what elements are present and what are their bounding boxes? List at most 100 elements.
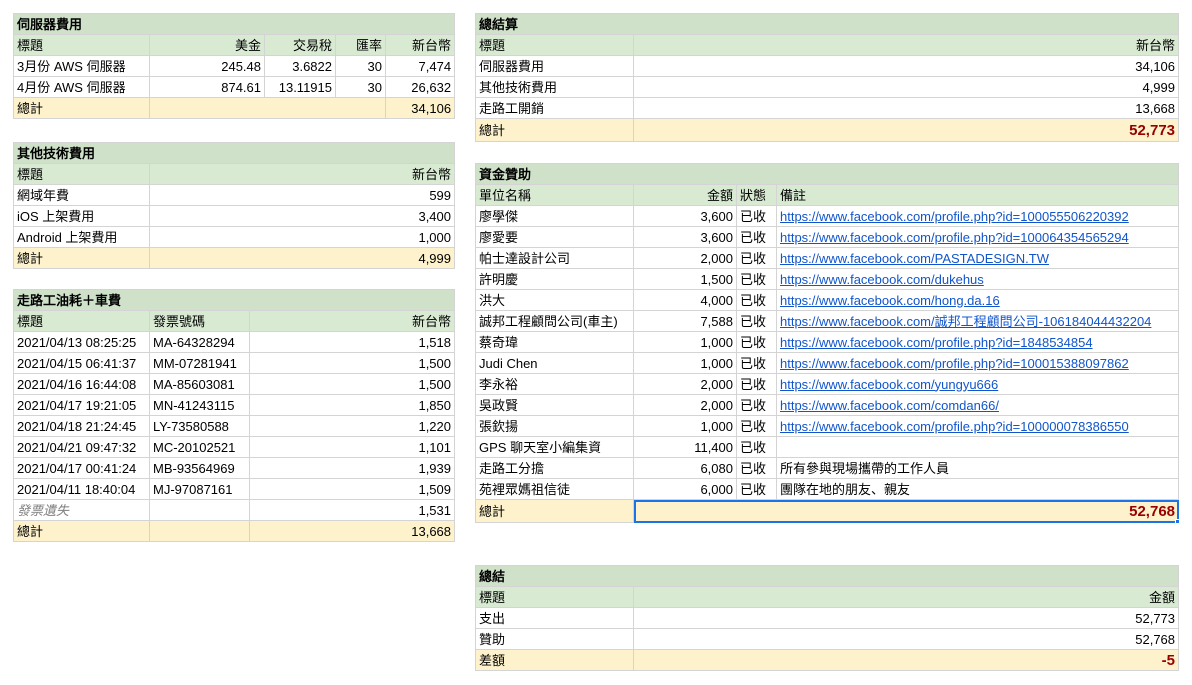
note-cell[interactable]: https://www.facebook.com/yungyu666 bbox=[775, 373, 1180, 395]
cell[interactable]: 245.48 bbox=[149, 55, 265, 77]
cell[interactable]: 52,773 bbox=[632, 607, 1180, 629]
sponsor-name-cell[interactable]: 誠邦工程顧問公司(車主) bbox=[475, 310, 634, 332]
cell[interactable]: 1,509 bbox=[248, 478, 456, 500]
amount-cell[interactable]: 6,000 bbox=[633, 478, 737, 500]
profile-link[interactable]: https://www.facebook.com/profile.php?id=… bbox=[780, 356, 1129, 371]
total-label[interactable]: 總計 bbox=[13, 247, 150, 269]
header-cell[interactable]: 標題 bbox=[13, 163, 150, 185]
amount-cell[interactable]: 1,000 bbox=[633, 352, 737, 374]
cell[interactable]: LY-73580588 bbox=[149, 415, 250, 437]
header-cell[interactable]: 單位名稱 bbox=[475, 184, 634, 206]
profile-link[interactable]: https://www.facebook.com/dukehus bbox=[780, 272, 984, 287]
funding-title[interactable]: 資金贊助 bbox=[474, 163, 1180, 185]
header-cell[interactable]: 狀態 bbox=[736, 184, 777, 206]
cell[interactable]: 伺服器費用 bbox=[475, 55, 634, 77]
note-cell[interactable]: https://www.facebook.com/profile.php?id=… bbox=[775, 226, 1180, 248]
header-cell[interactable]: 標題 bbox=[13, 34, 150, 56]
total-value[interactable]: 4,999 bbox=[148, 247, 456, 269]
cell[interactable]: 4,999 bbox=[632, 76, 1180, 98]
note-cell[interactable]: https://www.facebook.com/profile.php?id=… bbox=[775, 205, 1180, 227]
total-value[interactable]: 52,768 bbox=[632, 499, 1180, 523]
cell[interactable]: MA-85603081 bbox=[149, 373, 250, 395]
cell[interactable]: 2021/04/17 19:21:05 bbox=[13, 394, 150, 416]
cell[interactable]: MB-93564969 bbox=[149, 457, 250, 479]
cell[interactable]: 2021/04/13 08:25:25 bbox=[13, 331, 150, 353]
cell[interactable]: 26,632 bbox=[384, 76, 456, 98]
note-cell[interactable]: https://www.facebook.com/PASTADESIGN.TW bbox=[775, 247, 1180, 269]
cell[interactable]: 1,531 bbox=[248, 499, 456, 521]
conclusion-title[interactable]: 總結 bbox=[474, 565, 1180, 587]
cell[interactable] bbox=[149, 499, 250, 521]
status-cell[interactable]: 已收 bbox=[736, 205, 777, 227]
status-cell[interactable]: 已收 bbox=[736, 457, 777, 479]
amount-cell[interactable]: 3,600 bbox=[633, 226, 737, 248]
travel-title[interactable]: 走路工油耗＋車費 bbox=[12, 289, 456, 311]
cell[interactable]: iOS 上架費用 bbox=[13, 205, 150, 227]
cell[interactable]: 13.11915 bbox=[264, 76, 336, 98]
cell[interactable]: 1,939 bbox=[248, 457, 456, 479]
note-cell[interactable]: https://www.facebook.com/profile.php?id=… bbox=[775, 331, 1180, 353]
header-cell[interactable]: 金額 bbox=[632, 586, 1180, 608]
cell[interactable]: Android 上架費用 bbox=[13, 226, 150, 248]
cell[interactable]: 3月份 AWS 伺服器 bbox=[13, 55, 150, 77]
cell[interactable]: 30 bbox=[335, 55, 386, 77]
header-cell[interactable]: 發票號碼 bbox=[149, 310, 250, 332]
cell[interactable]: 34,106 bbox=[632, 55, 1180, 77]
amount-cell[interactable]: 7,588 bbox=[633, 310, 737, 332]
note-cell[interactable] bbox=[775, 436, 1180, 458]
amount-cell[interactable]: 1,500 bbox=[633, 268, 737, 290]
profile-link[interactable]: https://www.facebook.com/profile.php?id=… bbox=[780, 230, 1129, 245]
sponsor-name-cell[interactable]: 許明慶 bbox=[475, 268, 634, 290]
lost-invoice-label[interactable]: 發票遺失 bbox=[13, 499, 150, 521]
total-label[interactable]: 總計 bbox=[13, 520, 150, 542]
amount-cell[interactable]: 11,400 bbox=[633, 436, 737, 458]
cell[interactable]: 2021/04/15 06:41:37 bbox=[13, 352, 150, 374]
amount-cell[interactable]: 2,000 bbox=[633, 247, 737, 269]
amount-cell[interactable]: 4,000 bbox=[633, 289, 737, 311]
sponsor-name-cell[interactable]: 帕士達設計公司 bbox=[475, 247, 634, 269]
profile-link[interactable]: https://www.facebook.com/profile.php?id=… bbox=[780, 209, 1129, 224]
sponsor-name-cell[interactable]: 廖學傑 bbox=[475, 205, 634, 227]
status-cell[interactable]: 已收 bbox=[736, 373, 777, 395]
cell[interactable]: 支出 bbox=[475, 607, 634, 629]
note-cell[interactable]: https://www.facebook.com/profile.php?id=… bbox=[775, 415, 1180, 437]
status-cell[interactable]: 已收 bbox=[736, 352, 777, 374]
status-cell[interactable]: 已收 bbox=[736, 478, 777, 500]
cell[interactable]: 1,500 bbox=[248, 352, 456, 374]
cell[interactable]: 2021/04/18 21:24:45 bbox=[13, 415, 150, 437]
note-cell[interactable]: https://www.facebook.com/profile.php?id=… bbox=[775, 352, 1180, 374]
total-value[interactable]: 13,668 bbox=[248, 520, 456, 542]
status-cell[interactable]: 已收 bbox=[736, 268, 777, 290]
cell[interactable]: 1,101 bbox=[248, 436, 456, 458]
status-cell[interactable]: 已收 bbox=[736, 226, 777, 248]
sponsor-name-cell[interactable]: Judi Chen bbox=[475, 352, 634, 374]
cell[interactable]: 13,668 bbox=[632, 97, 1180, 119]
cell[interactable]: 2021/04/17 00:41:24 bbox=[13, 457, 150, 479]
amount-cell[interactable]: 6,080 bbox=[633, 457, 737, 479]
status-cell[interactable]: 已收 bbox=[736, 289, 777, 311]
status-cell[interactable]: 已收 bbox=[736, 394, 777, 416]
sponsor-name-cell[interactable]: 苑裡眾媽祖信徒 bbox=[475, 478, 634, 500]
cell[interactable]: 走路工開銷 bbox=[475, 97, 634, 119]
amount-cell[interactable]: 1,000 bbox=[633, 331, 737, 353]
sponsor-name-cell[interactable]: 洪大 bbox=[475, 289, 634, 311]
header-cell[interactable]: 交易稅 bbox=[264, 34, 336, 56]
total-value[interactable]: 52,773 bbox=[632, 118, 1180, 142]
header-cell[interactable]: 新台幣 bbox=[632, 34, 1180, 56]
note-cell[interactable]: https://www.facebook.com/hong.da.16 bbox=[775, 289, 1180, 311]
status-cell[interactable]: 已收 bbox=[736, 331, 777, 353]
cell[interactable]: 2021/04/11 18:40:04 bbox=[13, 478, 150, 500]
server-costs-title[interactable]: 伺服器費用 bbox=[12, 13, 456, 35]
cell[interactable]: MN-41243115 bbox=[149, 394, 250, 416]
header-cell[interactable]: 標題 bbox=[13, 310, 150, 332]
cell[interactable]: 4月份 AWS 伺服器 bbox=[13, 76, 150, 98]
cell[interactable]: 其他技術費用 bbox=[475, 76, 634, 98]
summary-title[interactable]: 總結算 bbox=[474, 13, 1180, 35]
sponsor-name-cell[interactable]: 蔡奇瑋 bbox=[475, 331, 634, 353]
cell[interactable]: MC-20102521 bbox=[149, 436, 250, 458]
note-cell[interactable]: https://www.facebook.com/dukehus bbox=[775, 268, 1180, 290]
total-label[interactable]: 總計 bbox=[13, 97, 150, 119]
header-cell[interactable]: 新台幣 bbox=[148, 163, 456, 185]
cell[interactable]: 網域年費 bbox=[13, 184, 150, 206]
total-label[interactable]: 總計 bbox=[475, 118, 634, 142]
